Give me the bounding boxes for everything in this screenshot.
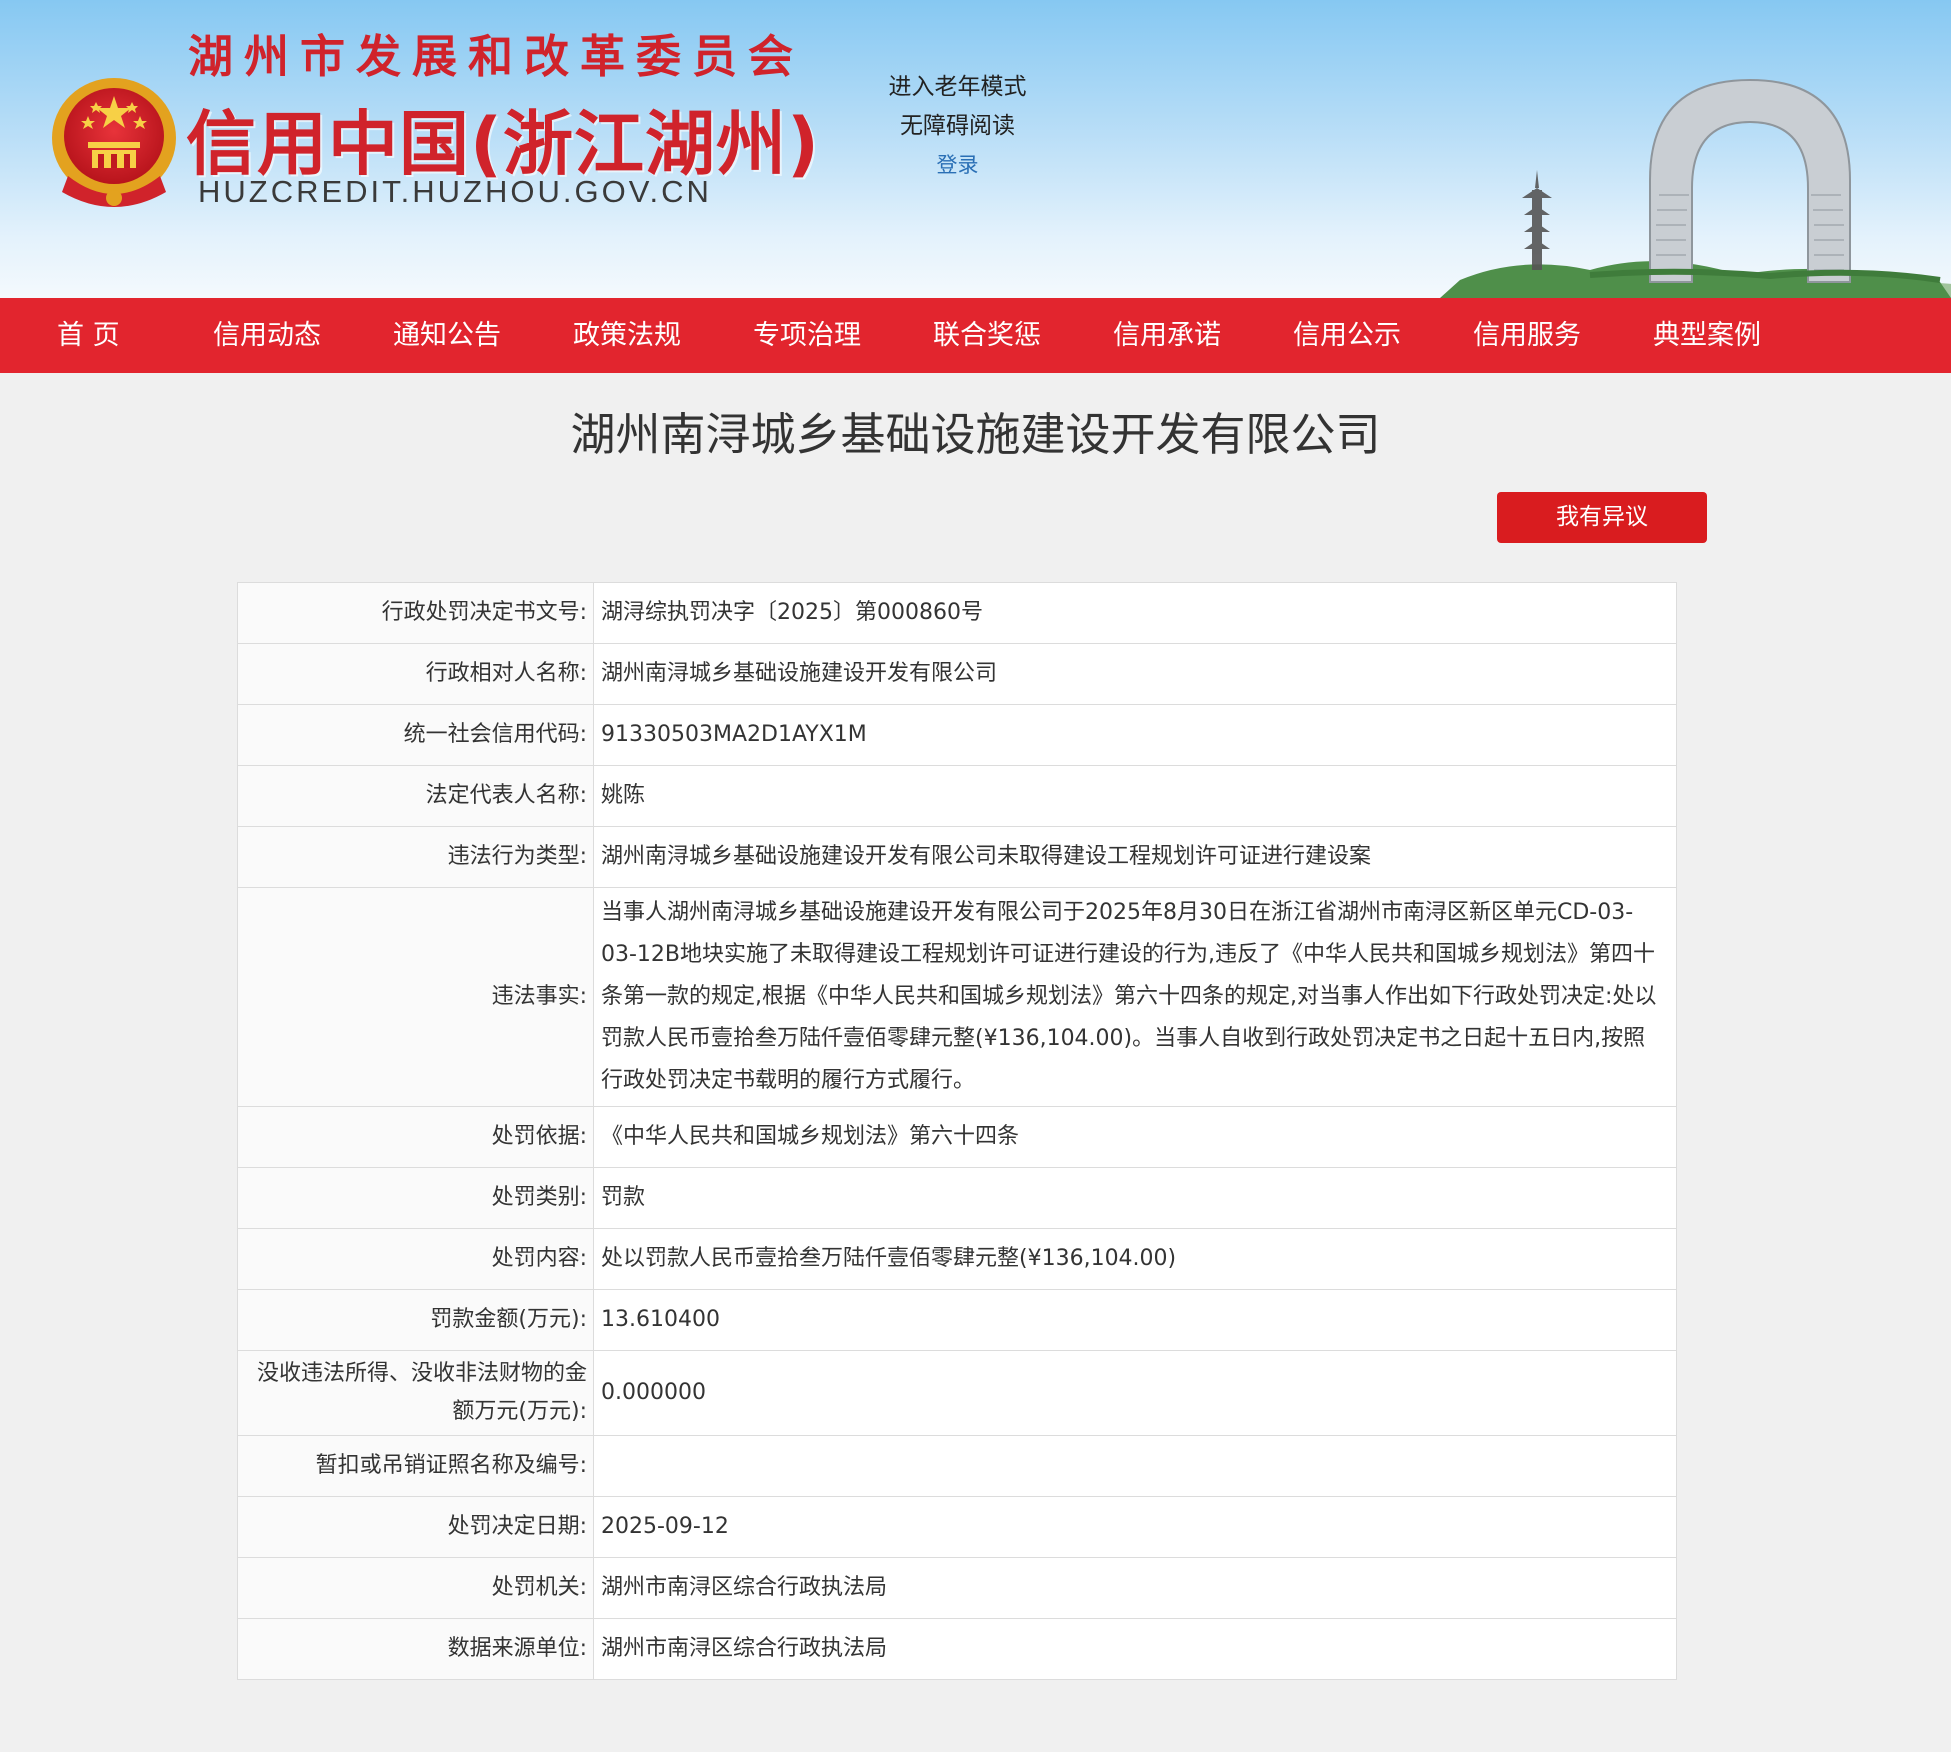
row-value: 湖州南浔城乡基础设施建设开发有限公司 bbox=[593, 643, 1677, 705]
row-value: 91330503MA2D1AYX1M bbox=[593, 704, 1677, 766]
row-label: 处罚决定日期: bbox=[237, 1496, 594, 1558]
row-label: 没收违法所得、没收非法财物的金额万元(万元): bbox=[237, 1350, 594, 1436]
national-emblem-icon bbox=[52, 78, 176, 207]
table-row: 处罚决定日期: 2025-09-12 bbox=[237, 1496, 1677, 1558]
main-nav: 首 页 信用动态 通知公告 政策法规 专项治理 联合奖惩 信用承诺 信用公示 信… bbox=[0, 298, 1951, 373]
nav-item-notices[interactable]: 通知公告 bbox=[393, 298, 501, 373]
elderly-mode-link[interactable]: 进入老年模式 bbox=[840, 68, 1075, 107]
nav-item-typical-cases[interactable]: 典型案例 bbox=[1653, 298, 1761, 373]
row-value: 湖浔综执罚决字〔2025〕第000860号 bbox=[593, 582, 1677, 644]
row-label: 处罚机关: bbox=[237, 1557, 594, 1619]
login-link[interactable]: 登录 bbox=[840, 146, 1075, 185]
row-value: 《中华人民共和国城乡规划法》第六十四条 bbox=[593, 1106, 1677, 1168]
row-value: 13.610400 bbox=[593, 1289, 1677, 1351]
header-links: 进入老年模式 无障碍阅读 登录 bbox=[840, 68, 1075, 185]
row-value: 湖州市南浔区综合行政执法局 bbox=[593, 1557, 1677, 1619]
row-value: 姚陈 bbox=[593, 765, 1677, 827]
nav-item-policies[interactable]: 政策法规 bbox=[573, 298, 681, 373]
table-row: 没收违法所得、没收非法财物的金额万元(万元): 0.000000 bbox=[237, 1350, 1677, 1436]
objection-button[interactable]: 我有异议 bbox=[1497, 492, 1707, 543]
nav-item-credit-commitment[interactable]: 信用承诺 bbox=[1113, 298, 1221, 373]
site-domain: HUZCREDIT.HUZHOU.GOV.CN bbox=[198, 174, 712, 209]
table-row: 处罚机关: 湖州市南浔区综合行政执法局 bbox=[237, 1557, 1677, 1619]
table-row: 行政处罚决定书文号: 湖浔综执罚决字〔2025〕第000860号 bbox=[237, 582, 1677, 644]
row-value: 2025-09-12 bbox=[593, 1496, 1677, 1558]
accessible-reading-link[interactable]: 无障碍阅读 bbox=[840, 107, 1075, 146]
row-label: 数据来源单位: bbox=[237, 1618, 594, 1680]
table-row: 违法事实: 当事人湖州南浔城乡基础设施建设开发有限公司于2025年8月30日在浙… bbox=[237, 887, 1677, 1107]
row-label: 处罚类别: bbox=[237, 1167, 594, 1229]
row-label: 法定代表人名称: bbox=[237, 765, 594, 827]
row-label: 违法事实: bbox=[237, 887, 594, 1107]
table-row: 法定代表人名称: 姚陈 bbox=[237, 765, 1677, 827]
table-row: 处罚内容: 处以罚款人民币壹拾叁万陆仟壹佰零肆元整(¥136,104.00) bbox=[237, 1228, 1677, 1290]
org-name: 湖州市发展和改革委员会 bbox=[188, 30, 805, 83]
row-value: 湖州南浔城乡基础设施建设开发有限公司未取得建设工程规划许可证进行建设案 bbox=[593, 826, 1677, 888]
table-row: 数据来源单位: 湖州市南浔区综合行政执法局 bbox=[237, 1618, 1677, 1680]
table-row: 违法行为类型: 湖州南浔城乡基础设施建设开发有限公司未取得建设工程规划许可证进行… bbox=[237, 826, 1677, 888]
row-value: 处以罚款人民币壹拾叁万陆仟壹佰零肆元整(¥136,104.00) bbox=[593, 1228, 1677, 1290]
nav-item-credit-publicity[interactable]: 信用公示 bbox=[1293, 298, 1401, 373]
row-label: 罚款金额(万元): bbox=[237, 1289, 594, 1351]
table-row: 暂扣或吊销证照名称及编号: bbox=[237, 1435, 1677, 1497]
row-value: 当事人湖州南浔城乡基础设施建设开发有限公司于2025年8月30日在浙江省湖州市南… bbox=[593, 887, 1677, 1107]
row-value: 湖州市南浔区综合行政执法局 bbox=[593, 1618, 1677, 1680]
table-row: 处罚依据: 《中华人民共和国城乡规划法》第六十四条 bbox=[237, 1106, 1677, 1168]
nav-item-credit-news[interactable]: 信用动态 bbox=[213, 298, 321, 373]
row-label: 处罚依据: bbox=[237, 1106, 594, 1168]
row-value: 罚款 bbox=[593, 1167, 1677, 1229]
table-row: 统一社会信用代码: 91330503MA2D1AYX1M bbox=[237, 704, 1677, 766]
row-label: 暂扣或吊销证照名称及编号: bbox=[237, 1435, 594, 1497]
nav-item-joint-rewards-punishments[interactable]: 联合奖惩 bbox=[933, 298, 1041, 373]
nav-item-home[interactable]: 首 页 bbox=[57, 298, 120, 373]
table-row: 行政相对人名称: 湖州南浔城乡基础设施建设开发有限公司 bbox=[237, 643, 1677, 705]
table-row: 罚款金额(万元): 13.610400 bbox=[237, 1289, 1677, 1351]
city-landmark-illustration bbox=[1440, 78, 1951, 298]
nav-item-credit-services[interactable]: 信用服务 bbox=[1473, 298, 1581, 373]
row-label: 违法行为类型: bbox=[237, 826, 594, 888]
row-label: 统一社会信用代码: bbox=[237, 704, 594, 766]
site-header: 湖州市发展和改革委员会 信用中国(浙江湖州) HUZCREDIT.HUZHOU.… bbox=[0, 0, 1951, 298]
table-row: 处罚类别: 罚款 bbox=[237, 1167, 1677, 1229]
penalty-details-table: 行政处罚决定书文号: 湖浔综执罚决字〔2025〕第000860号 行政相对人名称… bbox=[237, 582, 1677, 1680]
page-title: 湖州南浔城乡基础设施建设开发有限公司 bbox=[570, 408, 1381, 461]
nav-item-special-governance[interactable]: 专项治理 bbox=[753, 298, 861, 373]
row-value bbox=[593, 1435, 1677, 1497]
row-label: 行政处罚决定书文号: bbox=[237, 582, 594, 644]
row-value: 0.000000 bbox=[593, 1350, 1677, 1436]
row-label: 处罚内容: bbox=[237, 1228, 594, 1290]
row-label: 行政相对人名称: bbox=[237, 643, 594, 705]
